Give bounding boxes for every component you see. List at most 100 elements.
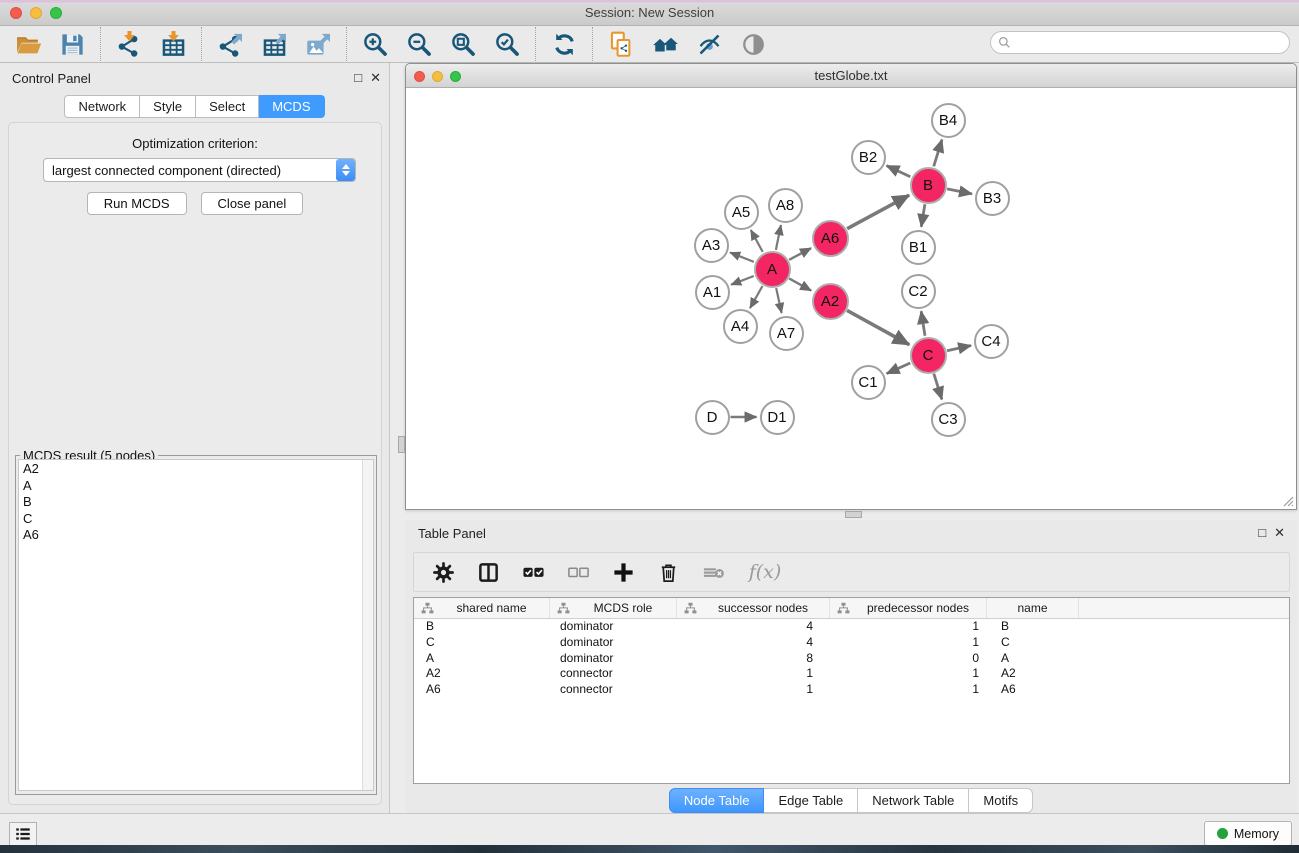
graph-node-A6[interactable]: A6 [812, 220, 849, 257]
result-item[interactable]: C [19, 510, 373, 527]
deselect-all-button[interactable] [563, 557, 593, 587]
add-row-button[interactable] [608, 557, 638, 587]
hide-annotations-button[interactable] [692, 29, 726, 59]
graph-node-C4[interactable]: C4 [974, 324, 1009, 359]
search-input[interactable] [1012, 34, 1289, 52]
edge-B-B2[interactable] [887, 166, 911, 177]
edge-A-A3[interactable] [730, 253, 754, 262]
result-item[interactable]: B [19, 493, 373, 510]
tab-mcds[interactable]: MCDS [259, 95, 324, 118]
graph-node-A3[interactable]: A3 [694, 228, 729, 263]
column-header-MCDS-role[interactable]: MCDS role [550, 598, 677, 618]
edge-A2-C[interactable] [847, 310, 909, 344]
graph-node-C[interactable]: C [910, 337, 947, 374]
edge-A6-B[interactable] [847, 195, 909, 228]
edge-C-C1[interactable] [887, 363, 911, 374]
edge-A-A6[interactable] [789, 248, 811, 260]
result-item[interactable]: A6 [19, 526, 373, 543]
graph-node-A8[interactable]: A8 [768, 188, 803, 223]
export-image-button[interactable] [301, 29, 335, 59]
zoom-selected-button[interactable] [490, 29, 524, 59]
edge-A-A5[interactable] [751, 230, 763, 252]
column-header-shared-name[interactable]: shared name [414, 598, 550, 618]
splitter-handle-left[interactable] [398, 436, 405, 453]
edge-A-A4[interactable] [750, 286, 762, 308]
home-button[interactable] [648, 29, 682, 59]
graph-node-D[interactable]: D [695, 400, 730, 435]
tab-network[interactable]: Network [64, 95, 140, 118]
tab-network-table[interactable]: Network Table [858, 788, 969, 813]
edge-A-A7[interactable] [776, 288, 781, 313]
edge-A-A2[interactable] [789, 278, 811, 290]
result-item[interactable]: A2 [19, 460, 373, 477]
tab-style[interactable]: Style [140, 95, 196, 118]
criterion-select[interactable]: largest connected component (directed) [43, 158, 356, 182]
tab-edge-table[interactable]: Edge Table [764, 788, 858, 813]
edge-C-C2[interactable] [921, 311, 925, 335]
edge-C-C4[interactable] [947, 345, 971, 350]
close-panel-icon[interactable]: ✕ [370, 70, 381, 86]
graph-node-C2[interactable]: C2 [901, 274, 936, 309]
column-selector-button[interactable] [473, 557, 503, 587]
graph-node-A2[interactable]: A2 [812, 283, 849, 320]
save-session-button[interactable] [55, 29, 89, 59]
edge-B-B3[interactable] [947, 189, 972, 194]
task-history-button[interactable] [9, 822, 37, 846]
delete-row-button[interactable] [653, 557, 683, 587]
edge-B-B4[interactable] [934, 140, 942, 167]
graph-node-D1[interactable]: D1 [760, 400, 795, 435]
export-table-button[interactable] [257, 29, 291, 59]
edge-A-A8[interactable] [776, 225, 781, 250]
column-header-name[interactable]: name [987, 598, 1079, 618]
select-all-button[interactable] [518, 557, 548, 587]
graph-node-B3[interactable]: B3 [975, 181, 1010, 216]
memory-button[interactable]: Memory [1204, 821, 1292, 846]
close-table-panel-icon[interactable]: ✕ [1274, 525, 1285, 541]
graph-node-A1[interactable]: A1 [695, 275, 730, 310]
table-row[interactable]: Adominator80A [414, 651, 1289, 667]
close-panel-button[interactable]: Close panel [201, 192, 304, 215]
splitter-handle-bottom[interactable] [845, 511, 862, 518]
resize-grip-icon[interactable] [1281, 494, 1294, 507]
show-graphics-details-button[interactable] [736, 29, 770, 59]
zoom-out-button[interactable] [402, 29, 436, 59]
table-row[interactable]: A6connector11A6 [414, 682, 1289, 698]
graph-node-B4[interactable]: B4 [931, 103, 966, 138]
tab-select[interactable]: Select [196, 95, 259, 118]
settings-button[interactable] [428, 557, 458, 587]
edge-A-A1[interactable] [731, 276, 754, 285]
graph-node-B1[interactable]: B1 [901, 230, 936, 265]
column-header-predecessor-nodes[interactable]: predecessor nodes [830, 598, 987, 618]
graph-node-B2[interactable]: B2 [851, 140, 886, 175]
graph-node-A4[interactable]: A4 [723, 309, 758, 344]
tab-node-table[interactable]: Node Table [669, 788, 765, 813]
graph-node-C1[interactable]: C1 [851, 365, 886, 400]
graph-node-B[interactable]: B [910, 167, 947, 204]
float-table-panel-icon[interactable]: □ [1258, 525, 1266, 541]
export-network-button[interactable] [213, 29, 247, 59]
table-row[interactable]: A2connector11A2 [414, 666, 1289, 682]
refresh-button[interactable] [547, 29, 581, 59]
graph-node-A5[interactable]: A5 [724, 195, 759, 230]
graph-node-A[interactable]: A [754, 251, 791, 288]
result-scrollbar[interactable] [362, 460, 373, 790]
edge-B-B1[interactable] [921, 204, 925, 227]
table-row[interactable]: Cdominator41C [414, 635, 1289, 651]
graph-node-C3[interactable]: C3 [931, 402, 966, 437]
search-field[interactable] [990, 31, 1290, 54]
tab-motifs[interactable]: Motifs [969, 788, 1033, 813]
graph-node-A7[interactable]: A7 [769, 316, 804, 351]
zoom-in-button[interactable] [358, 29, 392, 59]
column-header-successor-nodes[interactable]: successor nodes [677, 598, 830, 618]
zoom-fit-button[interactable] [446, 29, 480, 59]
open-session-button[interactable] [11, 29, 45, 59]
mcds-result-list[interactable]: A2ABCA6 [18, 459, 374, 791]
float-panel-icon[interactable]: □ [354, 70, 362, 86]
result-item[interactable]: A [19, 477, 373, 494]
new-network-from-selection-button[interactable] [604, 29, 638, 59]
table-row[interactable]: Bdominator41B [414, 619, 1289, 635]
node-table[interactable]: shared nameMCDS rolesuccessor nodesprede… [413, 597, 1290, 784]
run-mcds-button[interactable]: Run MCDS [87, 192, 187, 215]
import-network-button[interactable] [112, 29, 146, 59]
network-window-titlebar[interactable]: testGlobe.txt [406, 64, 1296, 88]
